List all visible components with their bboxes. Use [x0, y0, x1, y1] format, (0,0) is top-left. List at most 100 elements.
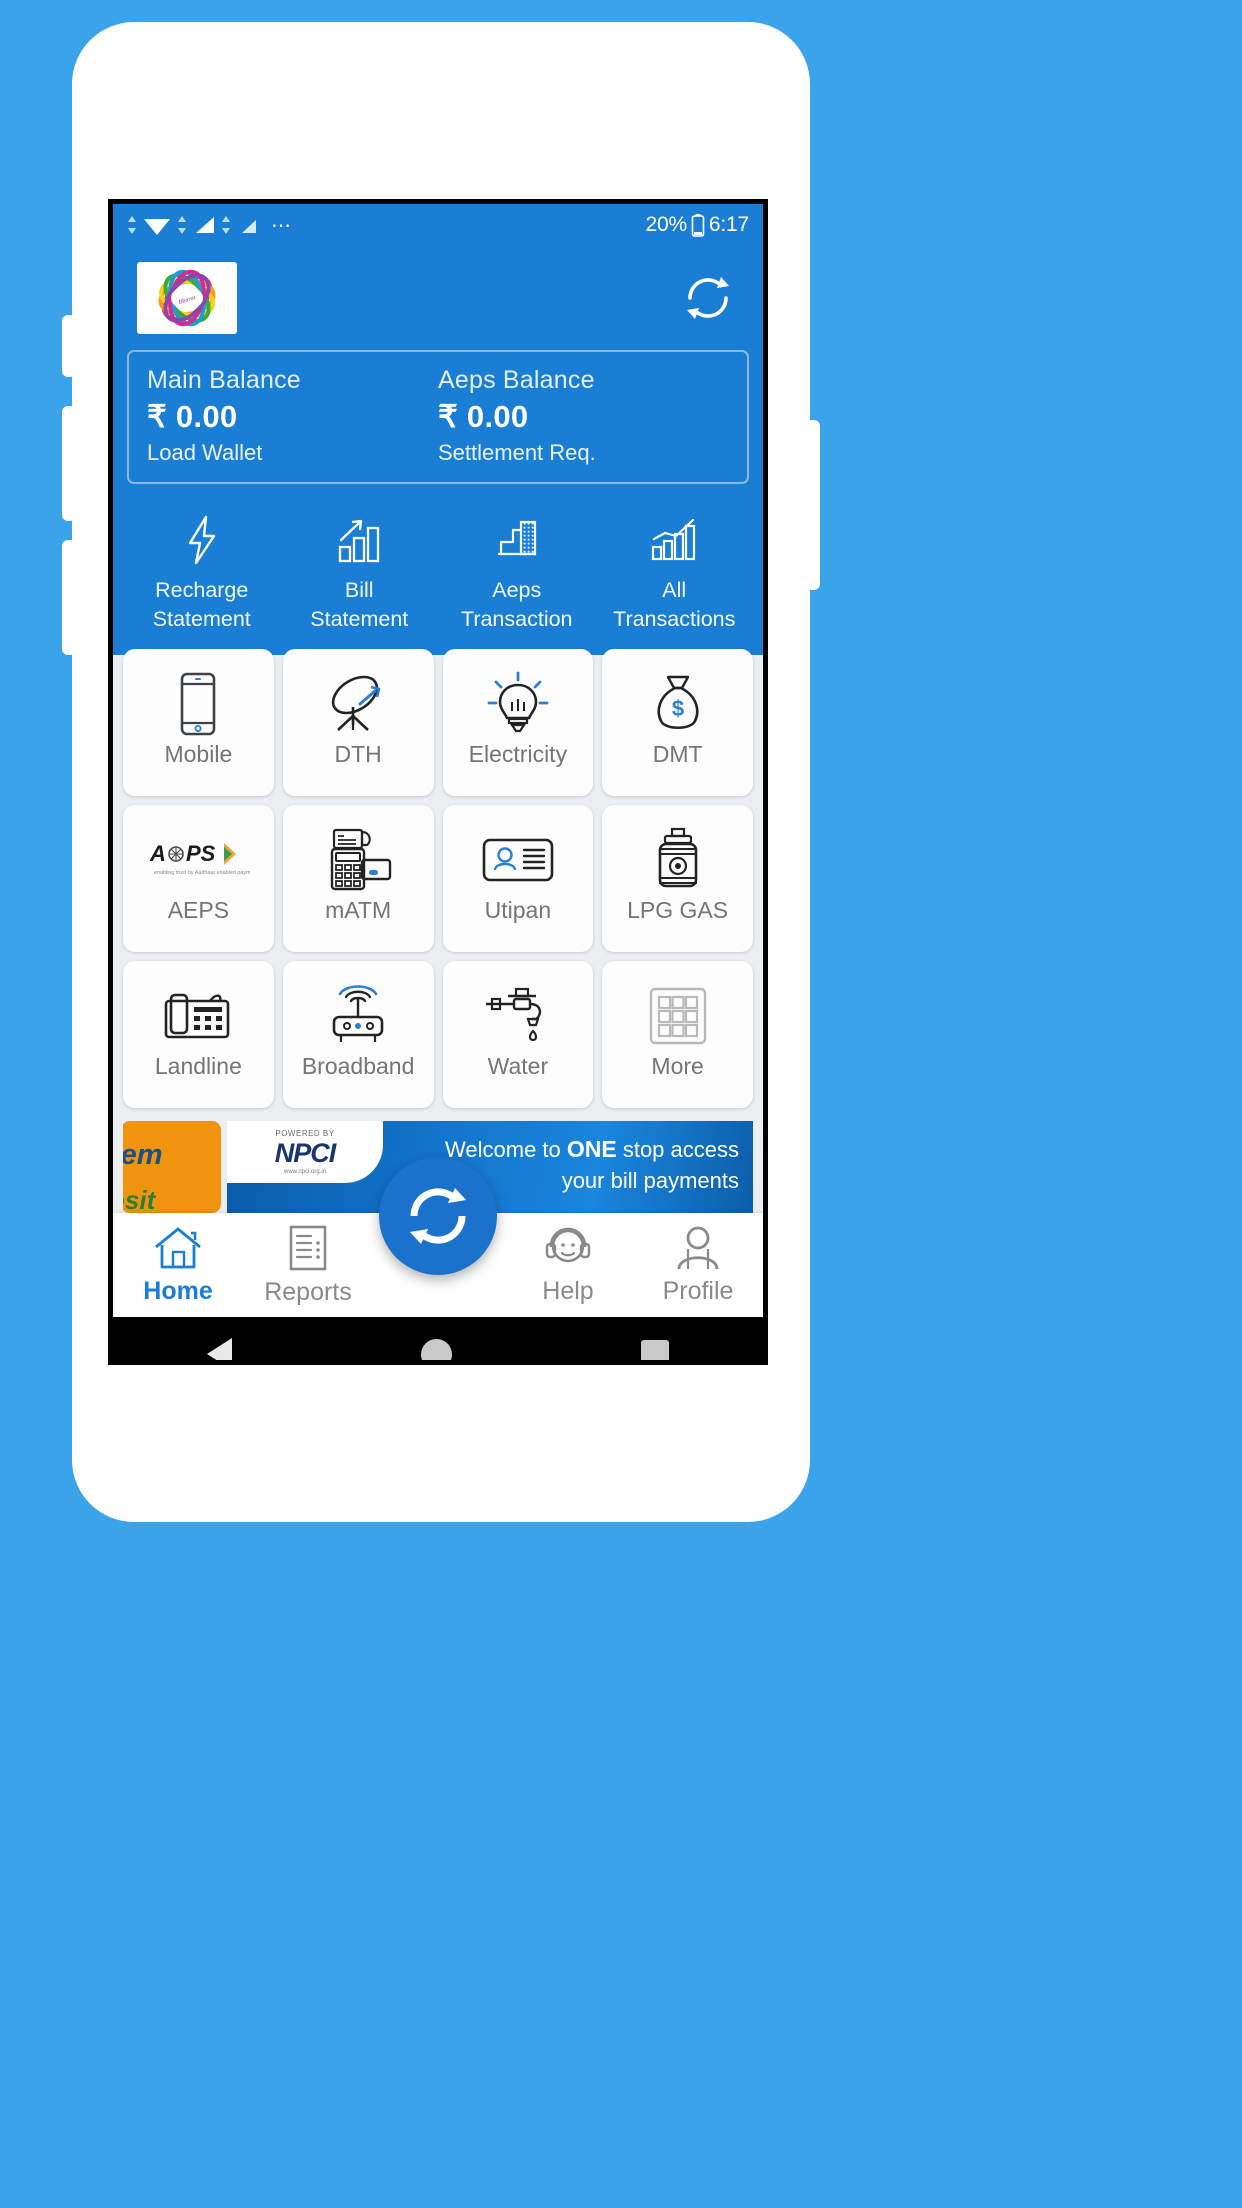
nav-label: Reports [264, 1277, 352, 1306]
quick-actions-row: Recharge Statement Bill Statement Aeps T… [113, 484, 763, 655]
promo-headline-line2: your bill payments [561, 1167, 739, 1193]
brand-row: Bharat [113, 246, 763, 348]
bar-chart-up-icon [339, 519, 380, 563]
phone-volume-up-button[interactable] [62, 406, 76, 521]
balance-card: Main Balance ₹ 0.00 Load Wallet Aeps Bal… [127, 350, 749, 484]
quick-label-line2: Transactions [613, 606, 736, 631]
screenshot-stage: ⋯ 20% 6:17 Bharat Main Balance ₹ 0.00 Lo… [0, 0, 1242, 2208]
service-tile-landline[interactable]: Landline [123, 961, 274, 1109]
service-tile-label: LPG GAS [627, 897, 729, 924]
water-tap-icon [480, 980, 556, 1052]
quick-action-all-transactions[interactable]: All Transactions [596, 514, 754, 633]
money-bag-icon: $ [649, 668, 707, 740]
app-header: Bharat Main Balance ₹ 0.00 Load Wallet A… [113, 246, 763, 656]
header-refresh-icon[interactable] [677, 267, 739, 329]
load-wallet-link[interactable]: Load Wallet [147, 440, 438, 466]
quick-label-line2: Statement [152, 606, 251, 631]
service-tile-matm[interactable]: mATM [282, 805, 434, 953]
promo-card-orange[interactable]: tem osit [123, 1121, 221, 1214]
promo-headline-bold: ONE [566, 1136, 617, 1163]
refresh-fab-button[interactable] [379, 1157, 497, 1276]
npci-logo: POWERED BY NPCI www.npci.org.in [227, 1121, 383, 1184]
status-overflow-icon: ⋯ [271, 214, 292, 237]
service-tile-mobile[interactable]: Mobile [123, 649, 274, 797]
signal-bars-icon-1 [196, 217, 214, 233]
service-tile-label: Mobile [164, 741, 233, 768]
service-tile-label: Broadband [301, 1053, 415, 1080]
android-back-button[interactable] [207, 1338, 233, 1360]
quick-action-recharge-statement[interactable]: Recharge Statement [123, 514, 281, 633]
service-tile-electricity[interactable]: Electricity [442, 649, 594, 797]
service-tile-label: Water [487, 1053, 549, 1080]
service-tile-label: AEPS [167, 897, 230, 924]
service-tile-more[interactable]: More [602, 961, 753, 1109]
service-tile-dth[interactable]: DTH [282, 649, 434, 797]
npci-name: NPCI [274, 1138, 337, 1169]
service-tile-utipan[interactable]: Utipan [442, 805, 594, 953]
npci-powered-by: POWERED BY [275, 1129, 335, 1139]
services-grid: Mobile DTH Electricity $ DMT A PS enabli… [123, 649, 753, 1109]
battery-icon [691, 214, 705, 237]
phone-volume-down-button[interactable] [62, 540, 76, 655]
service-tile-label: DMT [652, 741, 703, 768]
promo-headline-prefix: Welcome to [445, 1137, 567, 1163]
status-bar: ⋯ 20% 6:17 [113, 204, 763, 246]
android-home-button[interactable] [420, 1338, 452, 1360]
service-tile-water[interactable]: Water [442, 961, 594, 1109]
desk-phone-icon [160, 980, 236, 1052]
promo-orange-text-top: tem [123, 1139, 163, 1172]
service-tile-aeps[interactable]: A PS enabling trust by Aadhaar enabled p… [123, 805, 274, 953]
home-icon [155, 1227, 201, 1269]
lightning-bolt-icon [188, 515, 215, 565]
svg-text:enabling trust by Aadhaar enab: enabling trust by Aadhaar enabled paymen… [154, 870, 250, 876]
service-tile-label: mATM [325, 897, 392, 924]
npci-tagline: www.npci.org.in [283, 1169, 327, 1176]
service-tile-label: Utipan [484, 897, 552, 924]
nav-item-help[interactable]: Help [503, 1225, 633, 1306]
services-section: Mobile DTH Electricity $ DMT A PS enabli… [113, 649, 763, 1214]
report-icon [289, 1225, 327, 1270]
aeps-chart-icon [497, 520, 536, 556]
quick-label-line1: Aeps [492, 578, 542, 602]
phone-power-button[interactable] [806, 420, 820, 590]
quick-label-line1: Bill [344, 578, 374, 602]
signal-bars-icon-2 [242, 220, 256, 233]
quick-action-aeps-transaction[interactable]: Aeps Transaction [438, 514, 596, 633]
clock-label: 6:17 [708, 213, 749, 236]
svg-text:A: A [149, 841, 166, 866]
satellite-dish-icon [323, 668, 393, 740]
settlement-request-link[interactable]: Settlement Req. [438, 440, 729, 466]
quick-label-line1: Recharge [155, 578, 249, 602]
phone-screen: ⋯ 20% 6:17 Bharat Main Balance ₹ 0.00 Lo… [108, 199, 768, 1365]
nav-label: Help [542, 1276, 594, 1305]
android-recents-button[interactable] [640, 1340, 669, 1360]
grid-dots-icon [647, 980, 709, 1052]
nav-item-profile[interactable]: Profile [633, 1225, 763, 1306]
aeps-logo-icon: A PS enabling trust by Aadhaar enabled p… [146, 824, 250, 896]
nav-item-reports[interactable]: Reports [243, 1224, 373, 1307]
svg-text:$: $ [672, 696, 684, 721]
quick-label-line1: All [662, 578, 687, 602]
rainbow-rings-logo-icon: Bharat [158, 269, 216, 327]
sim2-data-icon [222, 216, 230, 234]
nav-item-home[interactable]: Home [113, 1225, 243, 1306]
service-tile-label: More [651, 1053, 704, 1080]
main-balance-title: Main Balance [147, 366, 301, 394]
main-balance-amount: ₹ 0.00 [147, 399, 238, 434]
phone-side-button-1[interactable] [62, 315, 76, 377]
nav-label: Profile [662, 1276, 734, 1305]
service-tile-lpg-gas[interactable]: LPG GAS [602, 805, 753, 953]
main-balance-block[interactable]: Main Balance ₹ 0.00 Load Wallet [147, 366, 438, 466]
gas-cylinder-icon [651, 824, 705, 896]
smartphone-icon [174, 668, 222, 740]
svg-text:PS: PS [186, 841, 216, 866]
service-tile-broadband[interactable]: Broadband [282, 961, 434, 1109]
wifi-router-icon [323, 980, 393, 1052]
headset-icon [545, 1227, 591, 1262]
aeps-balance-block[interactable]: Aeps Balance ₹ 0.00 Settlement Req. [438, 366, 729, 466]
service-tile-label: Landline [154, 1053, 242, 1080]
light-bulb-icon [487, 668, 549, 740]
brand-logo: Bharat [137, 262, 237, 334]
service-tile-dmt[interactable]: $ DMT [602, 649, 753, 797]
quick-action-bill-statement[interactable]: Bill Statement [281, 514, 439, 633]
